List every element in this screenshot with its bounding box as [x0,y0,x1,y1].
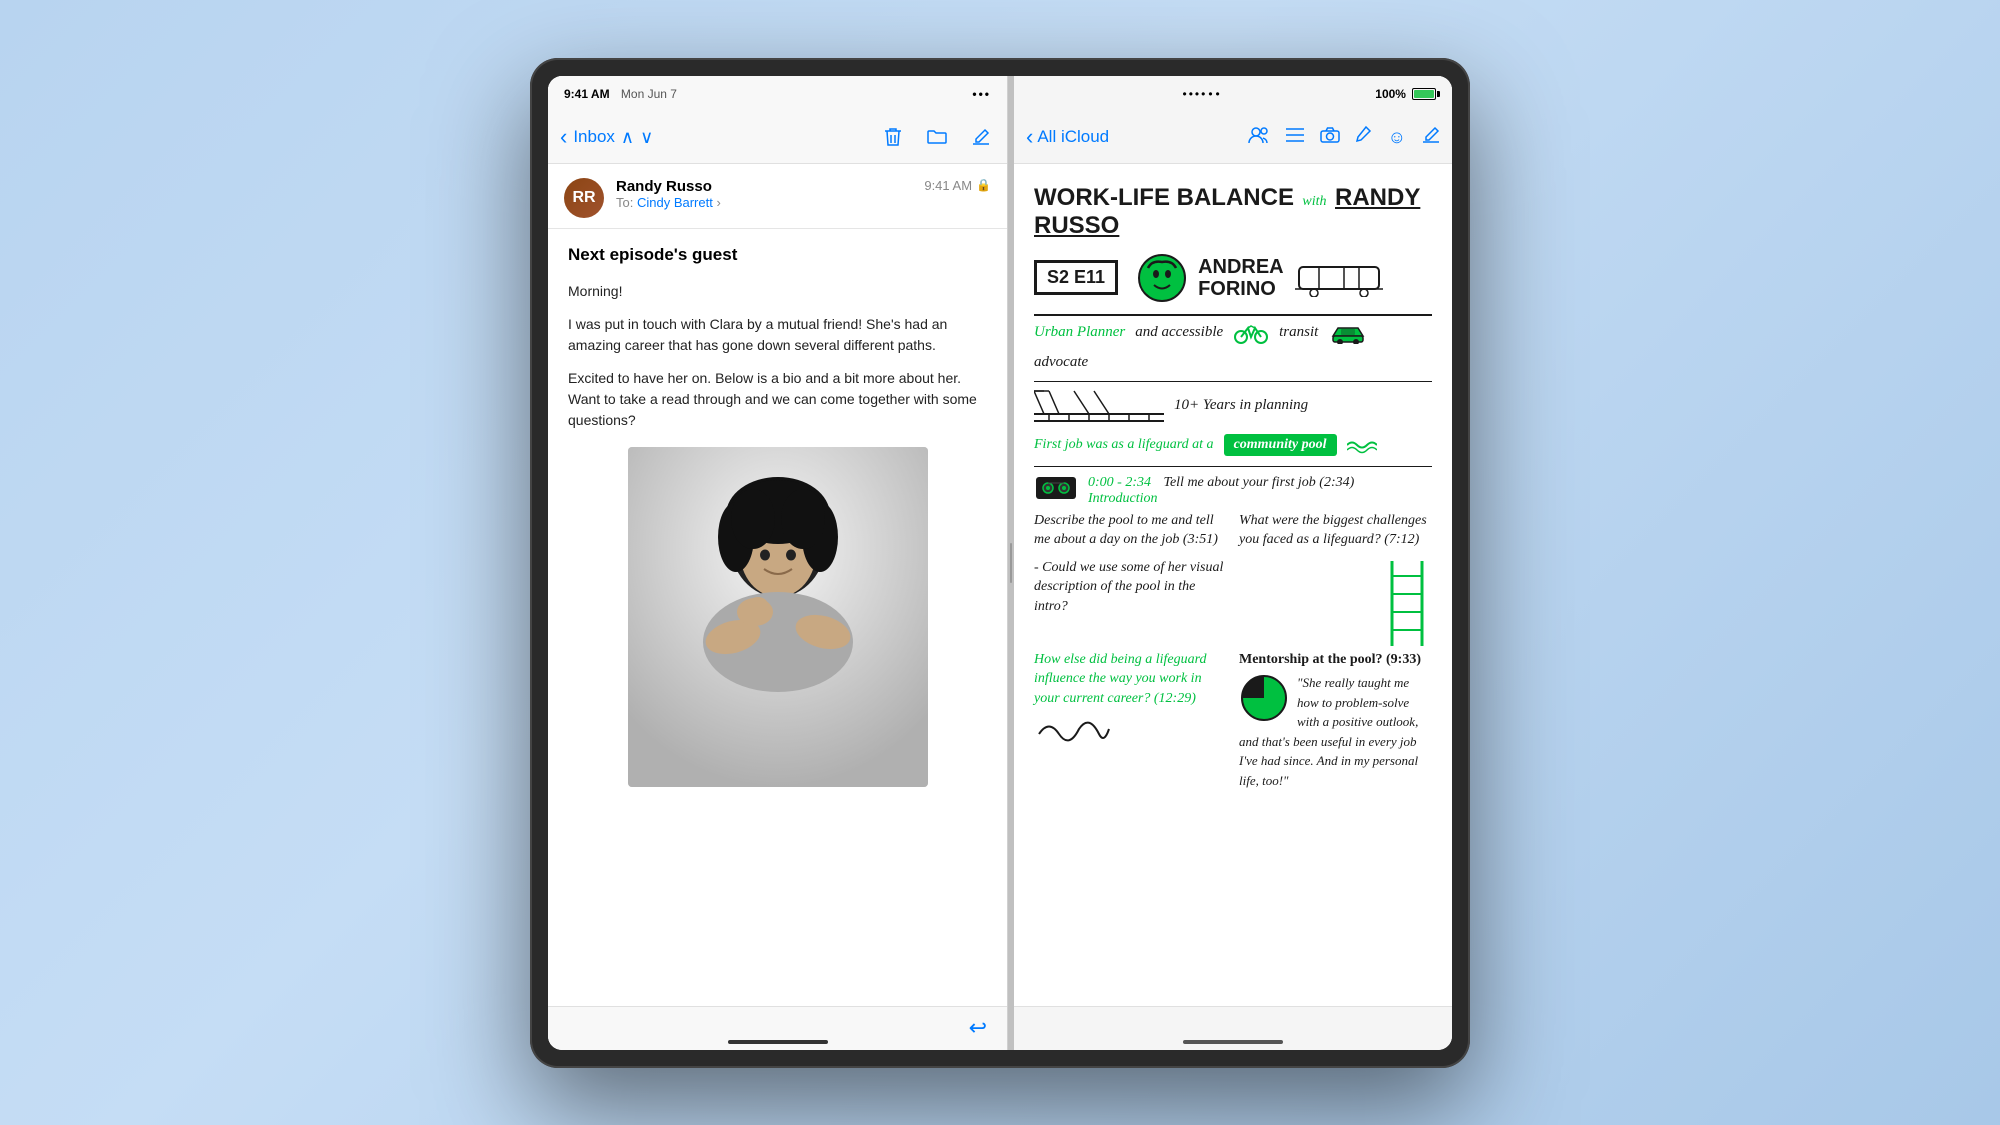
email-header: RR Randy Russo To: Cindy Barrett › 9:41 … [548,164,1007,229]
ipad-screen: 9:41 AM Mon Jun 7 Inbox ∧ ∨ [548,76,1452,1050]
trash-button[interactable] [879,123,907,151]
first-job-row: First job was as a lifeguard at a commun… [1034,434,1432,456]
timestamp-section-1: 0:00 - 2:34 Tell me about your first job… [1034,473,1432,507]
notes-status-right: 100% [1375,87,1436,101]
battery-icon [1412,88,1436,100]
nav-down-icon[interactable]: ∨ [640,127,653,148]
email-body-2: Excited to have her on. Below is a bio a… [568,368,987,431]
role-and: and accessible [1135,324,1223,341]
note-content-inner: WORK-LIFE BALANCE with RANDY RUSSO S2 E1… [1034,184,1432,791]
ts1-time: 0:00 - 2:34 [1088,475,1151,490]
email-greeting: Morning! [568,281,987,302]
note-title-main: WORK-LIFE BALANCE [1034,184,1294,211]
compose-note-icon[interactable] [1422,126,1440,149]
waves-doodle [1347,435,1377,455]
email-meta: Randy Russo To: Cindy Barrett › [616,178,912,210]
question3: What were the biggest challenges you fac… [1239,511,1432,550]
battery-percent: 100% [1375,87,1406,101]
role-advocate: advocate [1034,354,1088,371]
camera-icon[interactable] [1320,127,1340,148]
mail-toolbar: Inbox ∧ ∨ [548,112,1007,164]
notes-bottom-bar [1014,1006,1452,1050]
sender-name: Randy Russo [616,178,912,195]
car-doodle [1328,322,1368,344]
notes-panel: ••• 100% ‹ All iCloud [1014,76,1452,1050]
ladder-doodle [1382,556,1432,646]
all-icloud-label[interactable]: All iCloud [1037,127,1109,147]
first-job-text: First job was as a lifeguard at a [1034,437,1214,453]
bike-doodle [1233,322,1269,344]
home-indicator-left [728,1040,828,1044]
face-doodle [1136,252,1188,304]
notes-toolbar-right: ☺ [1248,125,1440,150]
bottom-col-right: Mentorship at the pool? (9:33) "She real… [1239,650,1432,791]
question2: - Could we use some of her visual descri… [1034,558,1227,617]
bottom-col-left: How else did being a lifeguard influence… [1034,650,1227,791]
squiggle-doodle [1034,714,1114,744]
ts1-content: 0:00 - 2:34 Tell me about your first job… [1088,473,1354,507]
questions-two-col: Describe the pool to me and tell me abou… [1034,511,1432,646]
divider-mid [1034,381,1432,382]
home-indicator-right [1183,1040,1283,1044]
note-title-block: WORK-LIFE BALANCE with RANDY RUSSO [1034,184,1432,240]
community-pool-tag: community pool [1224,434,1337,456]
mail-status-bar: 9:41 AM Mon Jun 7 [548,76,1007,112]
sender-avatar: RR [564,178,604,218]
guest-last-name: FORINO [1198,278,1284,300]
inbox-label[interactable]: Inbox [573,127,615,147]
list-icon[interactable] [1286,127,1304,148]
email-subject: Next episode's guest [568,245,987,265]
questions-col-left: Describe the pool to me and tell me abou… [1034,511,1227,646]
reply-icon[interactable]: ↩ [969,1015,987,1041]
email-content: Next episode's guest Morning! I was put … [548,229,1007,1006]
emoji-icon[interactable]: ☺ [1388,127,1406,148]
recipient-line: To: Cindy Barrett › [616,195,912,210]
mentorship-label: Mentorship at the pool? (9:33) [1239,650,1432,670]
ts1-intro: Introduction [1088,491,1354,507]
mail-status-time: 9:41 AM Mon Jun 7 [564,87,677,101]
urban-planner-row: Urban Planner and accessible transit [1034,322,1432,371]
mail-status-dots [972,87,991,101]
back-chevron-icon[interactable] [560,124,567,150]
cassette-doodle [1034,473,1078,503]
role-urban-planner: Urban Planner [1034,324,1125,341]
folder-button[interactable] [923,123,951,151]
notes-content: WORK-LIFE BALANCE with RANDY RUSSO S2 E1… [1014,164,1452,1006]
pen-icon[interactable] [1356,125,1372,150]
notes-toolbar-left: ‹ All iCloud [1026,124,1109,150]
notes-toolbar: ‹ All iCloud [1014,112,1452,164]
question4: How else did being a lifeguard influence… [1034,650,1227,709]
question1: Describe the pool to me and tell me abou… [1034,511,1227,550]
notes-back-chevron[interactable]: ‹ [1026,124,1033,150]
ts1-tell: Tell me about your first job (2:34) [1163,475,1354,490]
divider-top [1034,314,1432,316]
guest-first-name: ANDREA [1198,256,1284,278]
divider-lower [1034,466,1432,467]
mail-panel: 9:41 AM Mon Jun 7 Inbox ∧ ∨ [548,76,1008,1050]
questions-col-right: What were the biggest challenges you fac… [1239,511,1432,646]
rail-doodle [1034,386,1164,426]
compose-button[interactable] [967,123,995,151]
episode-row: S2 E11 ANDREA FORINO [1034,252,1432,304]
nav-up-icon[interactable]: ∧ [621,127,634,148]
guest-photo [628,447,928,787]
bottom-two-col: How else did being a lifeguard influence… [1034,650,1432,791]
email-time: 9:41 AM 🔒 [924,178,991,193]
planning-row: 10+ Years in planning [1034,386,1432,426]
role-transit: transit [1279,324,1318,341]
notes-status-dots: ••• [1183,87,1223,101]
notes-status-bar: ••• 100% [1014,76,1452,112]
note-title-with: with [1302,194,1326,209]
ipad-device: 9:41 AM Mon Jun 7 Inbox ∧ ∨ [530,58,1470,1068]
email-image [568,447,987,787]
episode-badge: S2 E11 [1034,260,1118,295]
train-doodle [1294,259,1384,297]
years-planning: 10+ Years in planning [1174,397,1308,414]
email-body-1: I was put in touch with Clara by a mutua… [568,314,987,356]
people-icon[interactable] [1248,126,1270,149]
guest-name-block: ANDREA FORINO [1198,256,1284,300]
pie-chart-doodle [1239,673,1289,723]
